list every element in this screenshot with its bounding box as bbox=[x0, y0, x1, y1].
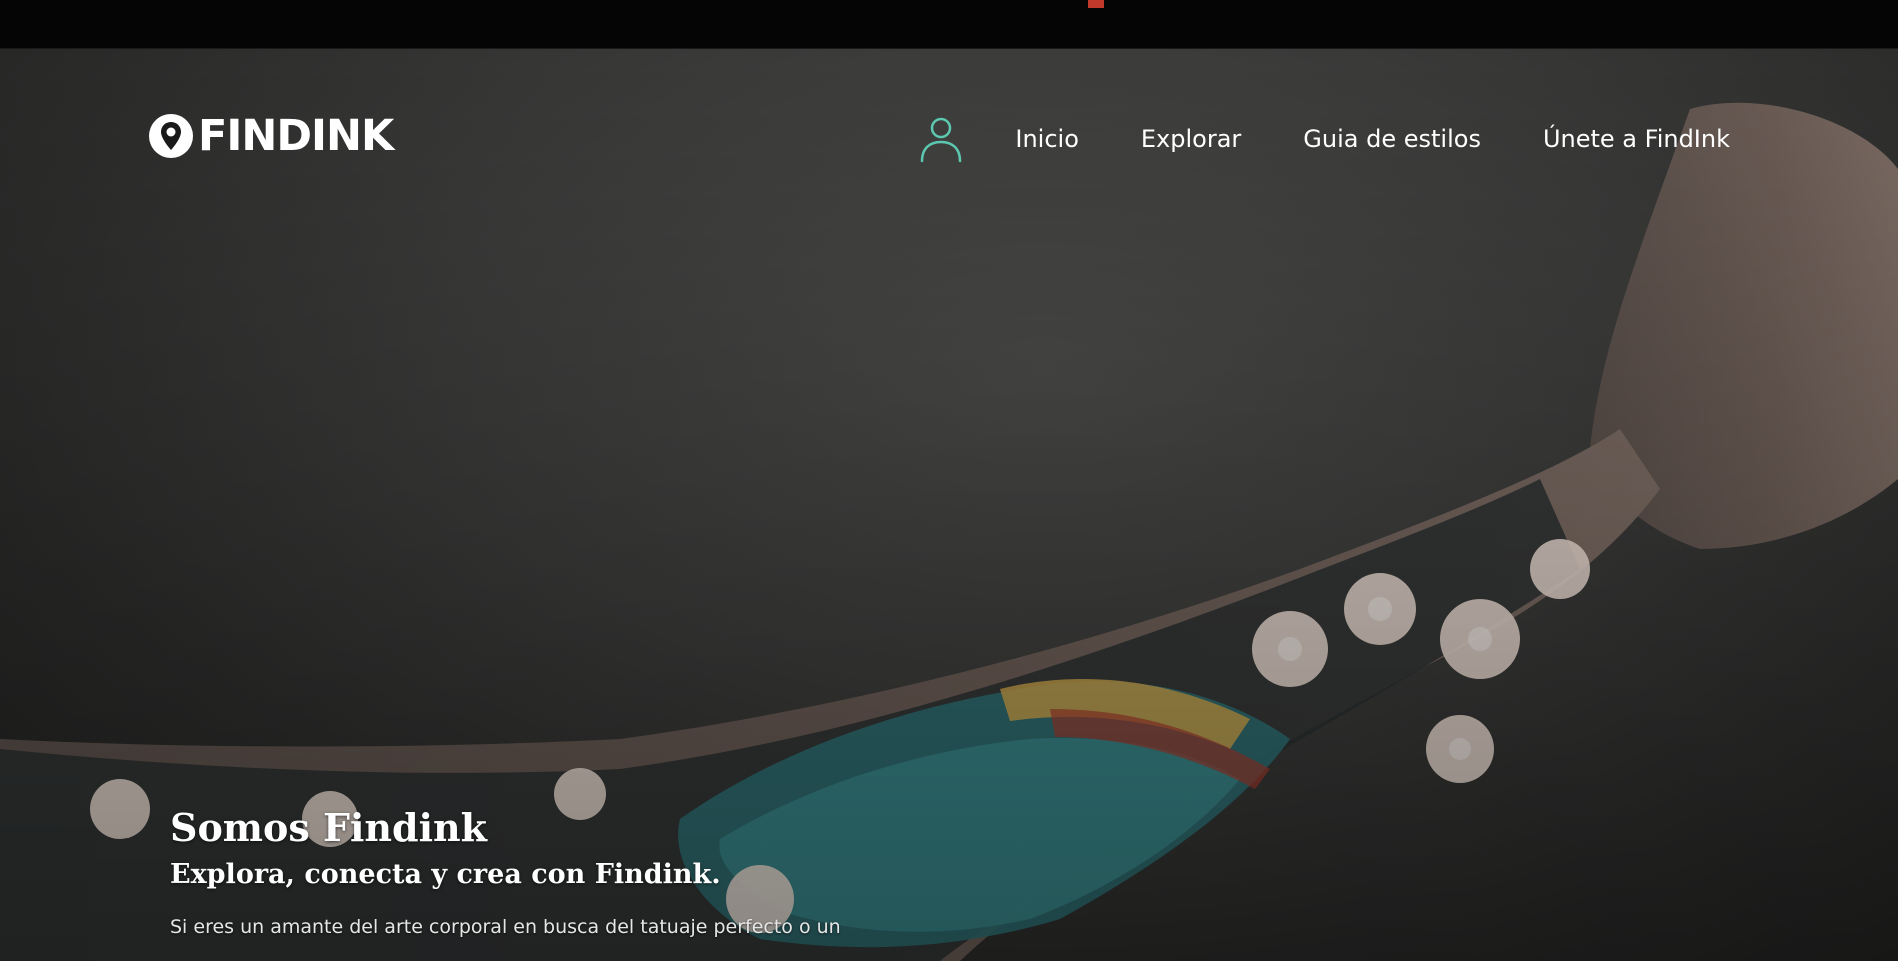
hero-text-block: Somos Findink Explora, conecta y crea co… bbox=[170, 805, 930, 940]
location-pin-icon bbox=[149, 114, 193, 158]
main-nav: Inicio Explorar Guia de estilos Únete a … bbox=[919, 113, 1730, 165]
hero-body-text: Si eres un amante del arte corporal en b… bbox=[170, 915, 841, 938]
top-marker bbox=[1088, 0, 1104, 8]
browser-top-bar bbox=[0, 0, 1898, 49]
site-header: FINDINK Inicio Explorar Guia de estilos … bbox=[0, 49, 1898, 179]
hero-title: Somos Findink bbox=[170, 805, 487, 850]
nav-link-explorar[interactable]: Explorar bbox=[1141, 125, 1241, 153]
nav-link-inicio[interactable]: Inicio bbox=[1015, 125, 1079, 153]
logo-text: FINDINK bbox=[198, 110, 394, 161]
user-icon[interactable] bbox=[919, 115, 963, 163]
findink-logo[interactable]: FINDINK bbox=[148, 107, 394, 165]
nav-link-unete[interactable]: Únete a FindInk bbox=[1543, 125, 1730, 153]
nav-link-guia-de-estilos[interactable]: Guia de estilos bbox=[1303, 125, 1481, 153]
hero-subtitle: Explora, conecta y crea con Findink. bbox=[170, 858, 721, 890]
